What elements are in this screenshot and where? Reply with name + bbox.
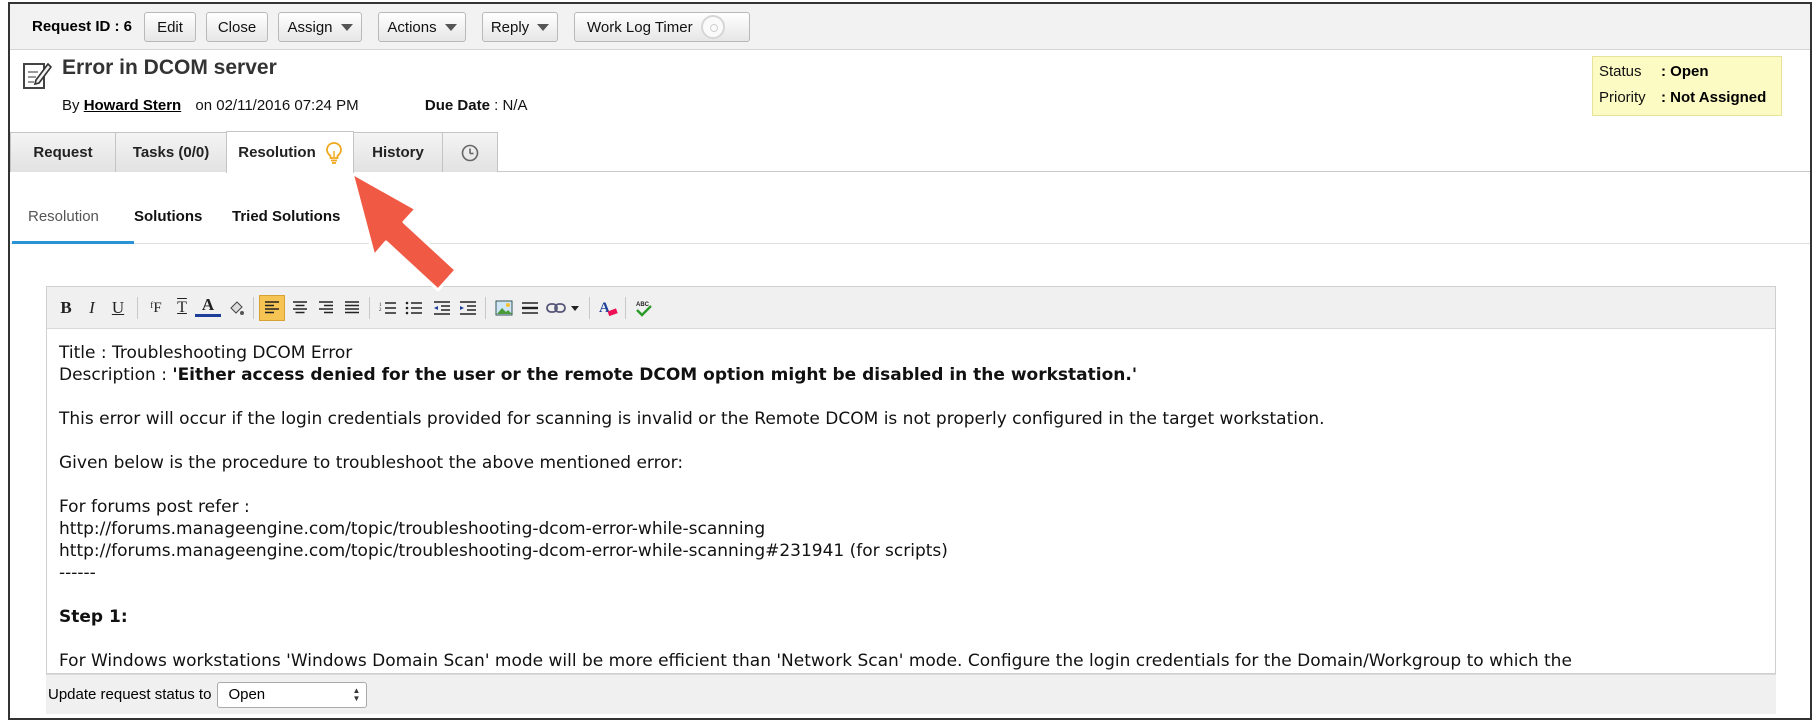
- content-link-2: http://forums.manageengine.com/topic/tro…: [59, 541, 948, 561]
- assign-button[interactable]: Assign: [278, 12, 362, 42]
- reply-button[interactable]: Reply: [482, 12, 558, 42]
- status-select-value: Open: [228, 686, 266, 703]
- status-label: Status: [1599, 63, 1642, 80]
- numbered-list-icon[interactable]: 12: [375, 295, 401, 321]
- editor-toolbar: B I U ᶠF T A 12 A ABC: [47, 287, 1775, 329]
- timer-toggle-icon[interactable]: [700, 15, 725, 39]
- edit-button-label: Edit: [157, 18, 183, 36]
- highlight-color-icon[interactable]: [223, 295, 249, 321]
- request-toolbar: Request ID : 6 Edit Close Assign Actions…: [10, 4, 1810, 50]
- on-label: on: [195, 97, 213, 114]
- request-byline: By Howard Stern on 02/11/2016 07:24 PM D…: [62, 97, 527, 114]
- tab-history[interactable]: History: [353, 132, 443, 172]
- subtab-solutions[interactable]: Solutions: [134, 208, 202, 225]
- due-date-value: : N/A: [494, 97, 528, 114]
- author-link[interactable]: Howard Stern: [84, 97, 182, 114]
- caret-down-icon[interactable]: [567, 295, 583, 321]
- indent-icon[interactable]: [455, 295, 481, 321]
- align-center-icon[interactable]: [287, 295, 313, 321]
- align-justify-icon[interactable]: [339, 295, 365, 321]
- close-button-label: Close: [217, 18, 257, 36]
- request-details-window: Request ID : 6 Edit Close Assign Actions…: [8, 2, 1812, 720]
- insert-link-icon[interactable]: [543, 295, 569, 321]
- reply-button-label: Reply: [490, 18, 530, 36]
- main-tabs: Request Tasks (0/0) Resolution History: [10, 131, 1810, 173]
- update-status-bar: Update request status to Open ▲ ▼: [46, 674, 1776, 714]
- svg-text:ABC: ABC: [636, 302, 650, 308]
- resolution-editor: B I U ᶠF T A 12 A ABC Title: Troublesho…: [46, 286, 1776, 674]
- content-title-line: Title : Troubleshooting DCOM Error: [59, 343, 353, 363]
- request-title: Error in DCOM server: [62, 56, 277, 79]
- content-para-3: For Windows workstations 'Windows Domain…: [59, 651, 1572, 671]
- tab-resolution[interactable]: Resolution: [226, 131, 354, 173]
- assign-button-label: Assign: [287, 18, 333, 36]
- update-status-label: Update request status to: [48, 686, 212, 703]
- font-family-icon[interactable]: ᶠF: [143, 295, 169, 321]
- content-forums-label: For forums post refer :: [59, 497, 250, 517]
- tab-history-label: History: [372, 144, 424, 161]
- tab-request-label: Request: [33, 144, 93, 161]
- edit-button[interactable]: Edit: [144, 12, 196, 42]
- priority-value: : Not Assigned: [1661, 89, 1767, 106]
- content-step-1: Step 1:: [59, 607, 128, 627]
- align-left-icon[interactable]: [259, 295, 285, 321]
- status-value: : Open: [1661, 63, 1709, 80]
- clock-icon: [461, 144, 479, 161]
- content-description: Description : 'Either access denied for …: [59, 364, 1763, 386]
- work-log-timer-button[interactable]: Work Log Timer: [574, 12, 750, 42]
- content-para-2: Given below is the procedure to troubles…: [59, 453, 684, 473]
- tab-request[interactable]: Request: [10, 132, 116, 172]
- request-edit-icon: [23, 62, 52, 89]
- description-label: Description :: [59, 365, 173, 385]
- subtab-tried-solutions[interactable]: Tried Solutions: [232, 208, 340, 225]
- work-log-timer-label: Work Log Timer: [587, 18, 693, 36]
- tab-tasks[interactable]: Tasks (0/0): [115, 132, 227, 172]
- request-id: Request ID : 6: [32, 18, 133, 35]
- bold-icon[interactable]: B: [53, 295, 79, 321]
- content-link-1: http://forums.manageengine.com/topic/tro…: [59, 519, 766, 539]
- due-date-label: Due Date: [424, 97, 490, 114]
- align-right-icon[interactable]: [313, 295, 339, 321]
- caret-down-icon: [537, 23, 550, 31]
- italic-icon[interactable]: I: [79, 295, 105, 321]
- content-para-1: This error will occur if the login crede…: [59, 409, 1325, 429]
- bulb-icon: [325, 141, 342, 164]
- actions-button[interactable]: Actions: [378, 12, 466, 42]
- tab-time[interactable]: [442, 132, 498, 172]
- subtab-resolution[interactable]: Resolution: [28, 208, 99, 225]
- priority-label: Priority: [1599, 89, 1646, 106]
- svg-text:2: 2: [379, 308, 382, 313]
- actions-button-label: Actions: [387, 18, 437, 36]
- status-box: Status : Open Priority : Not Assigned: [1592, 56, 1782, 116]
- caret-down-icon: [340, 23, 353, 31]
- content-divider: ------: [59, 563, 96, 583]
- spell-check-icon[interactable]: ABC: [631, 295, 657, 321]
- tab-tasks-label: Tasks (0/0): [132, 144, 210, 161]
- remove-format-icon[interactable]: A: [595, 295, 621, 321]
- active-subtab-underline: [12, 241, 134, 244]
- tab-resolution-label: Resolution: [238, 144, 316, 161]
- outdent-icon[interactable]: [429, 295, 455, 321]
- font-size-icon[interactable]: T: [169, 295, 195, 321]
- resolution-subtabs: Resolution Solutions Tried Solutions: [10, 194, 1810, 244]
- underline-icon[interactable]: U: [105, 295, 131, 321]
- caret-down-icon: [444, 23, 457, 31]
- close-button[interactable]: Close: [206, 12, 268, 42]
- request-date: 02/11/2016 07:24 PM: [216, 97, 359, 114]
- bullet-list-icon[interactable]: [401, 295, 427, 321]
- status-select[interactable]: Open ▲ ▼: [217, 681, 368, 708]
- description-text: 'Either access denied for the user or th…: [172, 365, 1138, 385]
- font-color-icon[interactable]: A: [195, 295, 221, 317]
- editor-content[interactable]: Title : Troubleshooting DCOM Error Descr…: [47, 330, 1775, 674]
- horizontal-rule-icon[interactable]: [517, 295, 543, 321]
- by-label: By: [62, 97, 80, 114]
- select-arrows-icon: ▲ ▼: [352, 685, 361, 703]
- insert-image-icon[interactable]: [491, 295, 517, 321]
